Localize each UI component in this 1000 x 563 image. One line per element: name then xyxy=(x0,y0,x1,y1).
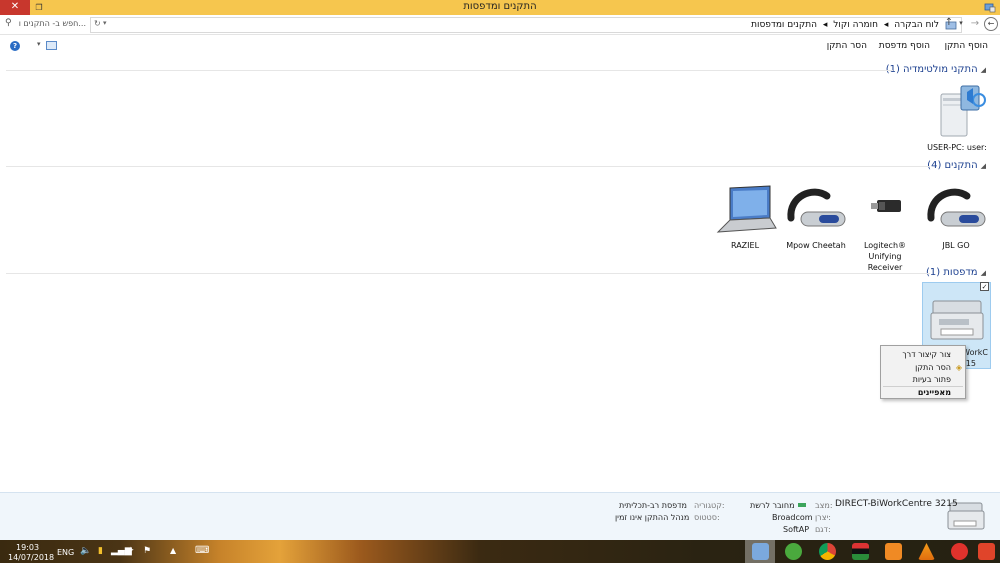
group-divider xyxy=(6,70,893,71)
headset-icon xyxy=(787,188,846,227)
breadcrumb-control-panel[interactable]: לוח הבקרה xyxy=(894,20,939,30)
menu-item-remove-device[interactable]: הסר התקן xyxy=(915,363,951,372)
media-server-icon xyxy=(940,85,986,137)
taskbar-app-media-player[interactable] xyxy=(878,540,908,563)
recent-dropdown-icon[interactable]: ▾ xyxy=(954,16,968,30)
menu-separator xyxy=(883,386,963,387)
chevron-down-icon[interactable]: ▾ xyxy=(37,40,41,48)
vlc-icon xyxy=(918,543,935,560)
control-panel-icon xyxy=(752,543,769,560)
address-field[interactable]: ↻ ▾ לוח הבקרה ◂ חומרה וקול ◂ התקנים ומדפ… xyxy=(90,17,962,33)
add-printer-button[interactable]: הוסף מדפסת xyxy=(879,41,930,51)
headset-icon xyxy=(927,188,986,227)
breadcrumb-devices-printers[interactable]: התקנים ומדפסות xyxy=(751,20,817,30)
clock-date[interactable]: 14/07/2018 xyxy=(8,553,54,562)
media-player-icon xyxy=(885,543,902,560)
shield-icon: ◈ xyxy=(955,363,962,372)
chrome-icon xyxy=(819,543,836,560)
battery-icon[interactable]: ▮ xyxy=(98,546,103,556)
chevron-down-icon[interactable]: ▾ xyxy=(103,19,107,27)
help-icon[interactable]: ? xyxy=(10,41,20,51)
mail-icon xyxy=(951,543,968,560)
language-indicator[interactable]: ENG xyxy=(57,548,74,557)
laptop-icon xyxy=(716,185,777,233)
touch-keyboard-icon[interactable]: ⌨ xyxy=(195,545,209,556)
menu-item-properties[interactable]: מאפיינים xyxy=(918,388,951,397)
context-menu: צור קיצור דרך הסר התקן ◈ פתור בעיות מאפי… xyxy=(880,345,966,399)
device-raziel[interactable]: RAZIEL xyxy=(710,182,780,251)
search-icon: ⚲ xyxy=(5,18,12,28)
device-mpow-cheetah[interactable]: Mpow Cheetah xyxy=(780,182,852,251)
search-input[interactable]: ⚲ חפש ב- התקנים ו... xyxy=(4,18,88,32)
taskbar-app-photos[interactable] xyxy=(845,540,875,563)
remove-device-button[interactable]: הסר התקן xyxy=(827,41,867,51)
selection-checkbox[interactable]: ✓ xyxy=(980,282,989,291)
taskbar-app-mail[interactable] xyxy=(944,540,974,563)
command-bar: ? ▾ הוסף התקן הוסף מדפסת הסר התקן xyxy=(0,35,1000,57)
usb-receiver-icon xyxy=(871,200,901,212)
volume-icon[interactable]: 🔈 xyxy=(80,546,91,556)
view-options-icon[interactable] xyxy=(46,41,57,50)
group-header-devices[interactable]: התקנים (4)◢ xyxy=(927,160,986,171)
group-divider xyxy=(6,273,930,274)
device-user-pc[interactable]: USER-PC: user: xyxy=(918,82,996,153)
office-icon xyxy=(978,543,995,560)
taskbar-app-utorrent[interactable] xyxy=(778,540,808,563)
title-bar: ✕ ❐ התקנים ומדפסות xyxy=(0,0,1000,15)
flag-icon[interactable]: ⚑ xyxy=(143,546,151,556)
collapse-arrow-icon[interactable]: ◢ xyxy=(981,66,986,74)
taskbar-app-control-panel[interactable] xyxy=(745,540,775,563)
taskbar-app-vlc[interactable] xyxy=(911,540,941,563)
group-header-printers[interactable]: מדפסות (1)◢ xyxy=(926,267,986,278)
refresh-icon[interactable]: ↻ xyxy=(94,19,101,28)
taskbar-app-chrome[interactable] xyxy=(812,540,842,563)
group-divider xyxy=(6,166,930,167)
breadcrumb-hardware-sound[interactable]: חומרה וקול xyxy=(833,20,878,30)
window-title: התקנים ומדפסות xyxy=(463,1,537,12)
forward-button[interactable]: → xyxy=(968,17,982,31)
taskbar-app-office[interactable] xyxy=(972,540,1000,563)
details-pane: DIRECT-BiWorkCentre 3215 מצב: מחובר לרשת… xyxy=(0,492,1000,540)
menu-item-troubleshoot[interactable]: פתור בעיות xyxy=(913,375,951,384)
device-jbl-go[interactable]: JBL GO xyxy=(918,182,994,251)
device-logitech-receiver[interactable]: Logitech® Unifying Receiver xyxy=(850,182,920,273)
device-name: DIRECT-BiWorkCentre 3215 xyxy=(835,499,958,509)
clock-time[interactable]: 19:03 xyxy=(16,543,39,552)
collapse-arrow-icon[interactable]: ◢ xyxy=(981,162,986,170)
printer-icon xyxy=(930,300,984,340)
dropbox-icon[interactable]: ✦ xyxy=(127,546,135,556)
menu-item-create-shortcut[interactable]: צור קיצור דרך xyxy=(902,350,951,359)
breadcrumb: לוח הבקרה ◂ חומרה וקול ◂ התקנים ומדפסות xyxy=(751,20,939,30)
show-hidden-icons-icon[interactable]: ▲ xyxy=(170,546,176,555)
network-status-icon xyxy=(798,503,806,507)
utorrent-icon xyxy=(785,543,802,560)
photos-icon xyxy=(852,543,869,560)
control-panel-icon[interactable] xyxy=(984,2,996,13)
address-bar: ⚲ חפש ב- התקנים ו... ↻ ▾ לוח הבקרה ◂ חומ… xyxy=(0,15,1000,35)
collapse-arrow-icon[interactable]: ◢ xyxy=(981,269,986,277)
taskbar: 19:03 14/07/2018 ENG 🔈 ▮ ▂▄▆ ✦ ⚑ ▲ ⌨ xyxy=(0,540,1000,563)
back-button[interactable]: ← xyxy=(984,17,998,31)
group-header-multimedia[interactable]: התקני מולטימדיה (1)◢ xyxy=(886,64,986,75)
add-device-button[interactable]: הוסף התקן xyxy=(945,41,988,51)
